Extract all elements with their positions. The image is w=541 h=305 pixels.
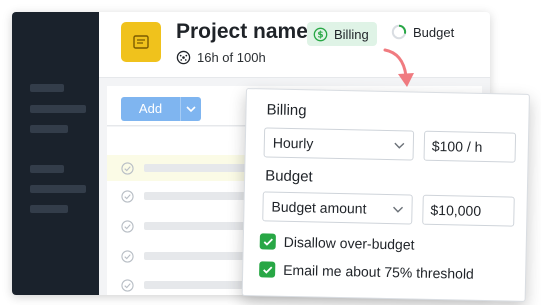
- email-threshold-option[interactable]: Email me about 75% threshold: [259, 261, 474, 282]
- project-header: Project name 16h of 100h $ Billing Budge…: [99, 12, 490, 78]
- email-threshold-label: Email me about 75% threshold: [283, 261, 474, 282]
- sidebar-item[interactable]: [30, 185, 86, 193]
- disallow-over-budget-checkbox[interactable]: [259, 233, 276, 250]
- budget-section-title: Budget: [264, 167, 313, 186]
- chevron-down-icon: [394, 142, 405, 149]
- billing-rate-value: $100 / h: [431, 137, 483, 155]
- add-task-dropdown[interactable]: [181, 97, 201, 121]
- billing-button[interactable]: $ Billing: [307, 22, 377, 46]
- billing-rate-input[interactable]: $100 / h: [423, 130, 517, 163]
- budget-button-label: Budget: [413, 24, 455, 40]
- sidebar-item[interactable]: [30, 105, 86, 113]
- add-task-label: Add Task: [121, 97, 181, 140]
- task-check-icon[interactable]: [121, 219, 134, 233]
- checkmark-icon: [262, 265, 272, 274]
- time-tracked: 16h of 100h: [176, 50, 266, 65]
- task-check-icon[interactable]: [121, 278, 134, 292]
- budget-amount-input[interactable]: $10,000: [422, 194, 515, 227]
- billing-budget-popover: Billing Hourly $100 / h Budget Budget am…: [241, 88, 530, 302]
- budget-type-value: Budget amount: [271, 198, 367, 217]
- checkmark-icon: [263, 237, 273, 246]
- chevron-down-icon: [186, 105, 196, 112]
- chevron-down-icon: [393, 206, 404, 213]
- callout-arrow-icon: [383, 48, 414, 87]
- email-threshold-checkbox[interactable]: [259, 261, 276, 278]
- billing-button-label: Billing: [334, 26, 369, 42]
- billing-type-value: Hourly: [272, 134, 314, 152]
- budget-button[interactable]: Budget: [391, 24, 454, 40]
- sidebar: [12, 12, 99, 295]
- dollar-icon: $: [313, 27, 328, 41]
- disallow-over-budget-label: Disallow over-budget: [283, 233, 415, 253]
- stopwatch-icon: [176, 50, 191, 65]
- sidebar-item[interactable]: [30, 205, 68, 213]
- sidebar-item[interactable]: [30, 84, 64, 92]
- task-check-icon[interactable]: [121, 249, 134, 263]
- folder-icon: [133, 35, 149, 49]
- disallow-over-budget-option[interactable]: Disallow over-budget: [259, 233, 415, 253]
- task-check-icon[interactable]: [121, 161, 134, 175]
- svg-text:$: $: [317, 30, 323, 40]
- billing-section-title: Billing: [266, 101, 307, 120]
- budget-progress-icon: [391, 24, 407, 40]
- sidebar-item[interactable]: [30, 125, 68, 133]
- time-tracked-value: 16h of 100h: [197, 50, 266, 65]
- task-check-icon[interactable]: [121, 189, 134, 203]
- sidebar-item[interactable]: [30, 165, 64, 173]
- project-title[interactable]: Project name: [176, 20, 308, 44]
- project-icon: [121, 22, 161, 62]
- billing-type-select[interactable]: Hourly: [263, 127, 415, 161]
- add-task-button[interactable]: Add Task: [121, 97, 201, 140]
- budget-type-select[interactable]: Budget amount: [262, 191, 413, 225]
- budget-amount-value: $10,000: [430, 201, 482, 219]
